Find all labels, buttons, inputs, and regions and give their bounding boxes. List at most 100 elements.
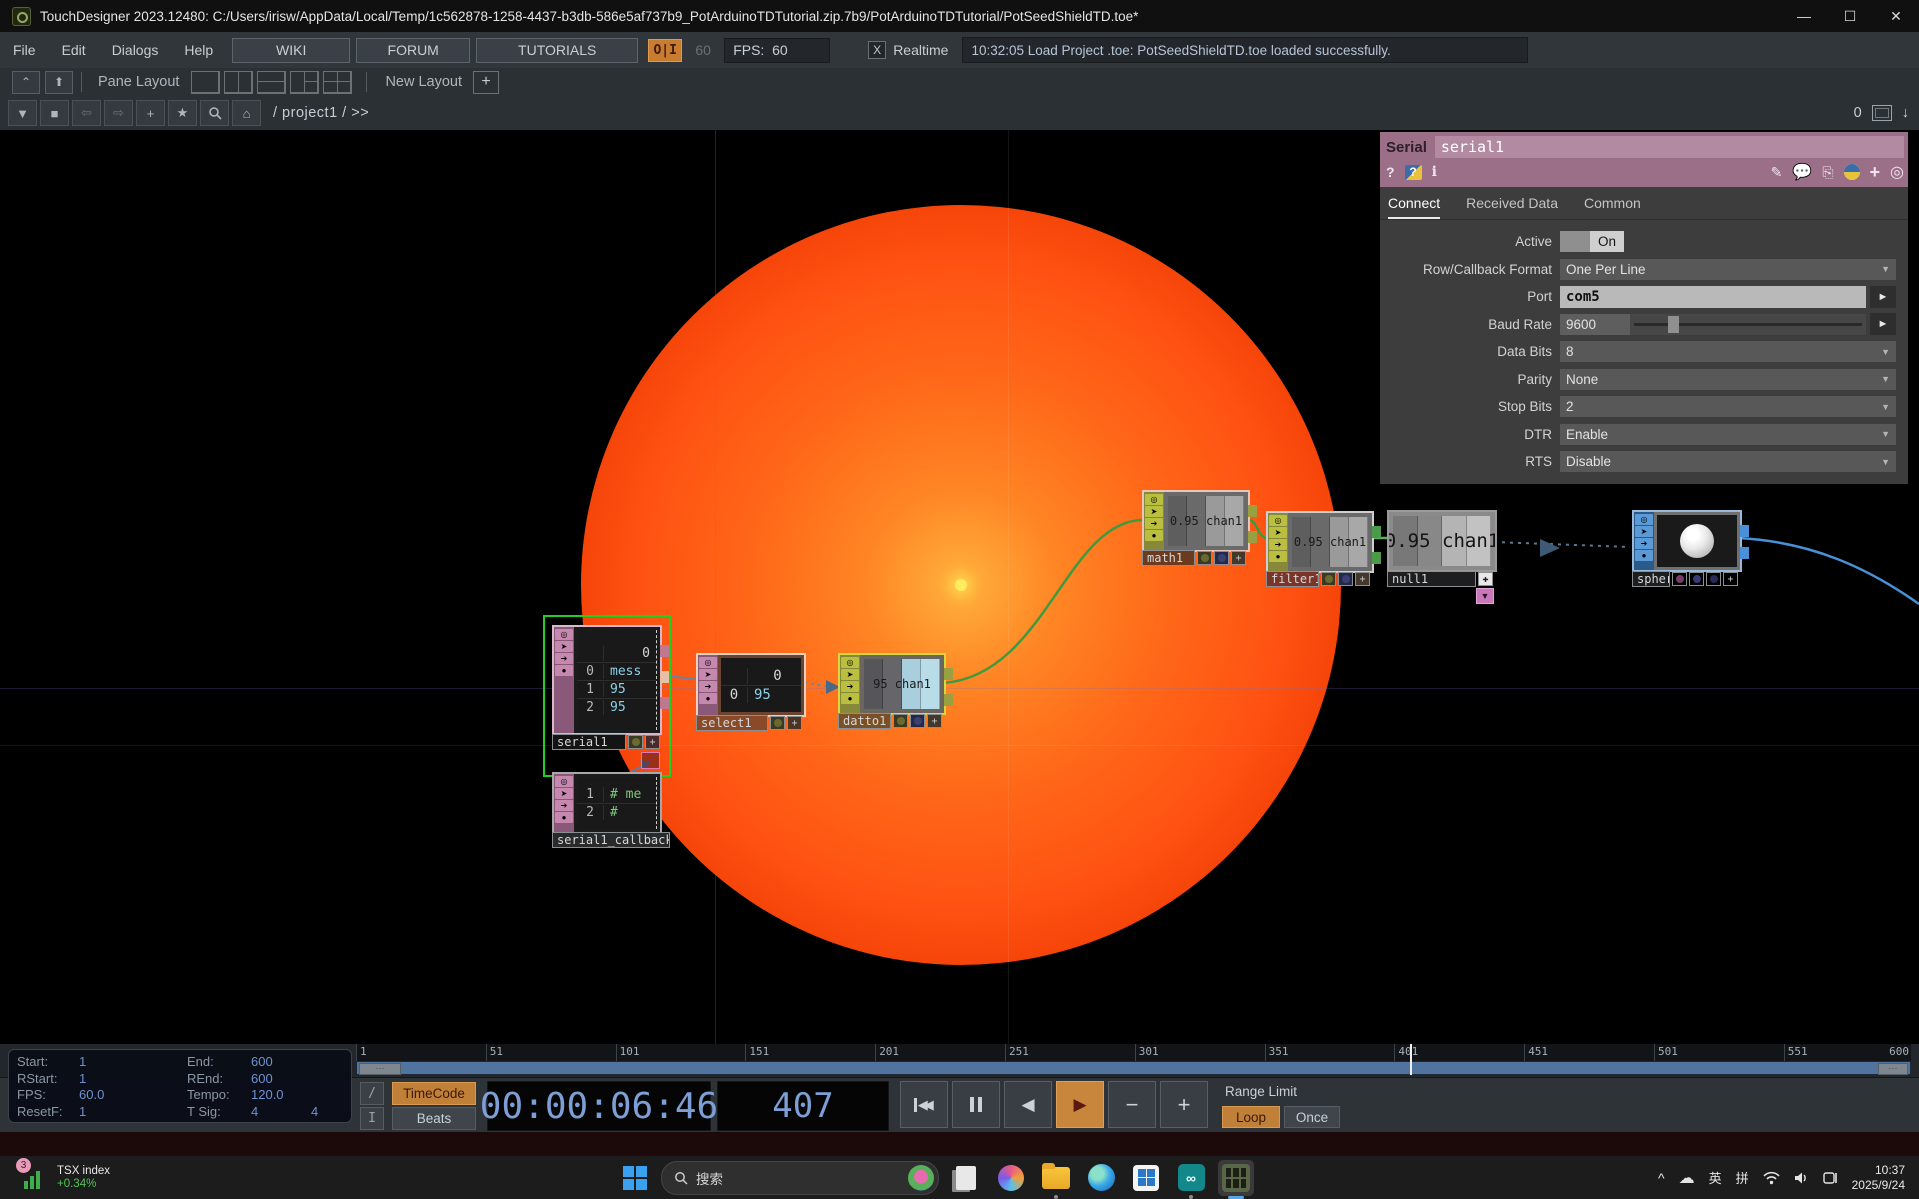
node-flag-icon[interactable]: ● <box>1145 530 1163 541</box>
node-null1-name[interactable]: null1 ✚ <box>1387 571 1493 587</box>
node-viewer-icon[interactable]: ◎ <box>1145 494 1163 505</box>
play-reverse-button[interactable]: ◀ <box>1004 1081 1052 1128</box>
node-flag-button[interactable]: + <box>1723 572 1738 586</box>
fps-field[interactable]: FPS: 60 <box>724 38 830 63</box>
node-datto1[interactable]: ◎ ➤ ➔ ● 95 chan1 <box>838 653 946 715</box>
node-select1[interactable]: ◎ ➤ ➔ ● 0 095 <box>696 653 806 717</box>
bookmark-star-icon[interactable]: ★ <box>168 100 197 126</box>
node-serial1-callbacks-name[interactable]: serial1_callbacks <box>552 832 670 848</box>
pen-touch-icon[interactable] <box>1823 1171 1838 1185</box>
layout-one-two-button[interactable] <box>290 71 319 94</box>
node-name-field[interactable]: serial1 <box>1435 136 1904 158</box>
microsoft-store-button[interactable] <box>1128 1160 1164 1196</box>
layout-two-columns-button[interactable] <box>224 71 253 94</box>
node-bypass-icon[interactable]: ➤ <box>1145 506 1163 517</box>
comment-bubble-icon[interactable]: 💬 <box>1792 162 1812 182</box>
node-docked-icon[interactable]: ➔ <box>1635 538 1653 549</box>
node-flag-icon[interactable]: ● <box>555 812 573 823</box>
search-highlight-image[interactable] <box>908 1165 934 1191</box>
breadcrumb[interactable]: / project1 / >> <box>273 105 369 121</box>
node-flag-button[interactable] <box>770 716 785 730</box>
once-button[interactable]: Once <box>1284 1106 1340 1128</box>
node-docked-icon[interactable]: ➔ <box>841 681 859 692</box>
touchdesigner-taskbar-button[interactable] <box>1218 1160 1254 1196</box>
node-flag-button[interactable]: + <box>927 714 942 728</box>
clock[interactable]: 10:37 2025/9/24 <box>1852 1163 1905 1193</box>
dropdown-arrow-icon[interactable]: ▼ <box>1881 264 1890 274</box>
node-flag-button[interactable] <box>893 714 908 728</box>
node-flag-icon[interactable]: ● <box>841 693 859 704</box>
network-editor[interactable]: ◎ ➤ ➔ ● 0 0mess 195 295 serial1 + <box>0 130 1919 1044</box>
timecode-mode-button[interactable]: TimeCode <box>392 1082 476 1105</box>
node-select1-name[interactable]: select1 + <box>696 715 802 731</box>
node-filter1[interactable]: ◎ ➤ ➔ ● 0.95 chan1 <box>1266 511 1374 573</box>
widgets-button[interactable]: 3 TSX index +0.34% <box>24 1165 110 1191</box>
node-serial1[interactable]: ◎ ➤ ➔ ● 0 0mess 195 295 <box>552 625 662 735</box>
beats-mode-button[interactable]: Beats <box>392 1107 476 1130</box>
independent-mode-button[interactable]: I <box>360 1107 384 1130</box>
param-label[interactable]: Stop Bits <box>1380 399 1560 414</box>
slider-knob[interactable] <box>1668 316 1679 333</box>
param-label[interactable]: DTR <box>1380 427 1560 442</box>
node-flag-button[interactable] <box>910 714 925 728</box>
dropdown[interactable]: None▼ <box>1560 369 1896 390</box>
viewer-window-icon[interactable] <box>1872 105 1892 121</box>
param-control[interactable]: 8▼ <box>1560 341 1896 362</box>
add-icon[interactable]: + <box>136 100 165 126</box>
wiki-button[interactable]: WIKI <box>232 38 350 63</box>
pause-button[interactable] <box>952 1081 1000 1128</box>
node-docked-icon[interactable]: ➔ <box>1269 539 1287 550</box>
node-docked-icon[interactable]: ➔ <box>555 800 573 811</box>
range-grip-right[interactable]: ··· <box>1878 1063 1908 1075</box>
layout-single-button[interactable] <box>191 71 220 94</box>
node-sphere1-name[interactable]: sphere1 + <box>1632 571 1738 587</box>
menu-help[interactable]: Help <box>171 42 226 58</box>
node-flag-button[interactable] <box>1672 572 1687 586</box>
arduino-ide-button[interactable]: ∞ <box>1173 1160 1209 1196</box>
param-label[interactable]: Port <box>1380 289 1560 304</box>
param-control[interactable]: None▼ <box>1560 369 1896 390</box>
copy-parameters-icon[interactable]: ⎘ <box>1822 164 1833 181</box>
serial1-callback-anchor[interactable] <box>641 752 660 769</box>
node-flag-button[interactable] <box>1338 572 1353 586</box>
node-bypass-icon[interactable]: ➤ <box>841 669 859 680</box>
frame-mode-button[interactable]: / <box>360 1082 384 1105</box>
node-flag-icon[interactable]: ● <box>555 665 573 676</box>
param-label[interactable]: Row/Callback Format <box>1380 262 1560 277</box>
text-field[interactable]: com5 <box>1560 286 1866 308</box>
node-serial1-callbacks[interactable]: ◎ ➤ ➔ ● 1# me 2# <box>552 772 662 834</box>
dropdown-arrow-icon[interactable]: ▼ <box>1881 457 1890 467</box>
slider-value[interactable]: 9600 <box>1560 314 1630 335</box>
file-explorer-button[interactable] <box>1038 1160 1074 1196</box>
node-docked-icon[interactable]: ➔ <box>555 653 573 664</box>
node-bypass-icon[interactable]: ➤ <box>555 788 573 799</box>
layout-two-rows-button[interactable] <box>257 71 286 94</box>
dropdown[interactable]: One Per Line▼ <box>1560 259 1896 280</box>
playhead[interactable] <box>1410 1044 1412 1075</box>
help-icon[interactable]: ? <box>1386 164 1395 180</box>
add-parameter-icon[interactable]: + <box>1870 162 1881 183</box>
node-flag-button[interactable]: + <box>645 735 660 749</box>
node-null1[interactable]: 0.95 chan1 <box>1387 510 1497 572</box>
volume-icon[interactable] <box>1794 1171 1809 1185</box>
node-flag-button[interactable] <box>628 735 643 749</box>
dropdown-arrow-icon[interactable]: ▼ <box>1881 429 1890 439</box>
node-docked-icon[interactable]: ➔ <box>1145 518 1163 529</box>
dropdown-arrow-icon[interactable]: ▼ <box>1881 402 1890 412</box>
edge-browser-button[interactable] <box>1083 1160 1119 1196</box>
jump-to-start-button[interactable]: ◀◀ <box>900 1081 948 1128</box>
taskbar-search[interactable]: 搜索 <box>661 1161 939 1195</box>
node-flag-button[interactable] <box>1214 551 1229 565</box>
tab-connect[interactable]: Connect <box>1388 195 1440 219</box>
start-button[interactable] <box>618 1161 652 1195</box>
tab-received-data[interactable]: Received Data <box>1466 195 1558 219</box>
node-filter1-name[interactable]: filter1 + <box>1266 571 1370 587</box>
param-control[interactable]: One Per Line▼ <box>1560 259 1896 280</box>
node-docked-icon[interactable]: ➔ <box>699 681 717 692</box>
back-arrow-icon[interactable]: ⇦ <box>72 100 101 126</box>
node-viewer-icon[interactable]: ◎ <box>699 657 717 668</box>
node-add-button[interactable]: ✚ <box>1478 572 1493 586</box>
minimize-button[interactable]: — <box>1781 0 1827 32</box>
toggle-value[interactable]: On <box>1590 231 1624 252</box>
param-label[interactable]: Parity <box>1380 372 1560 387</box>
